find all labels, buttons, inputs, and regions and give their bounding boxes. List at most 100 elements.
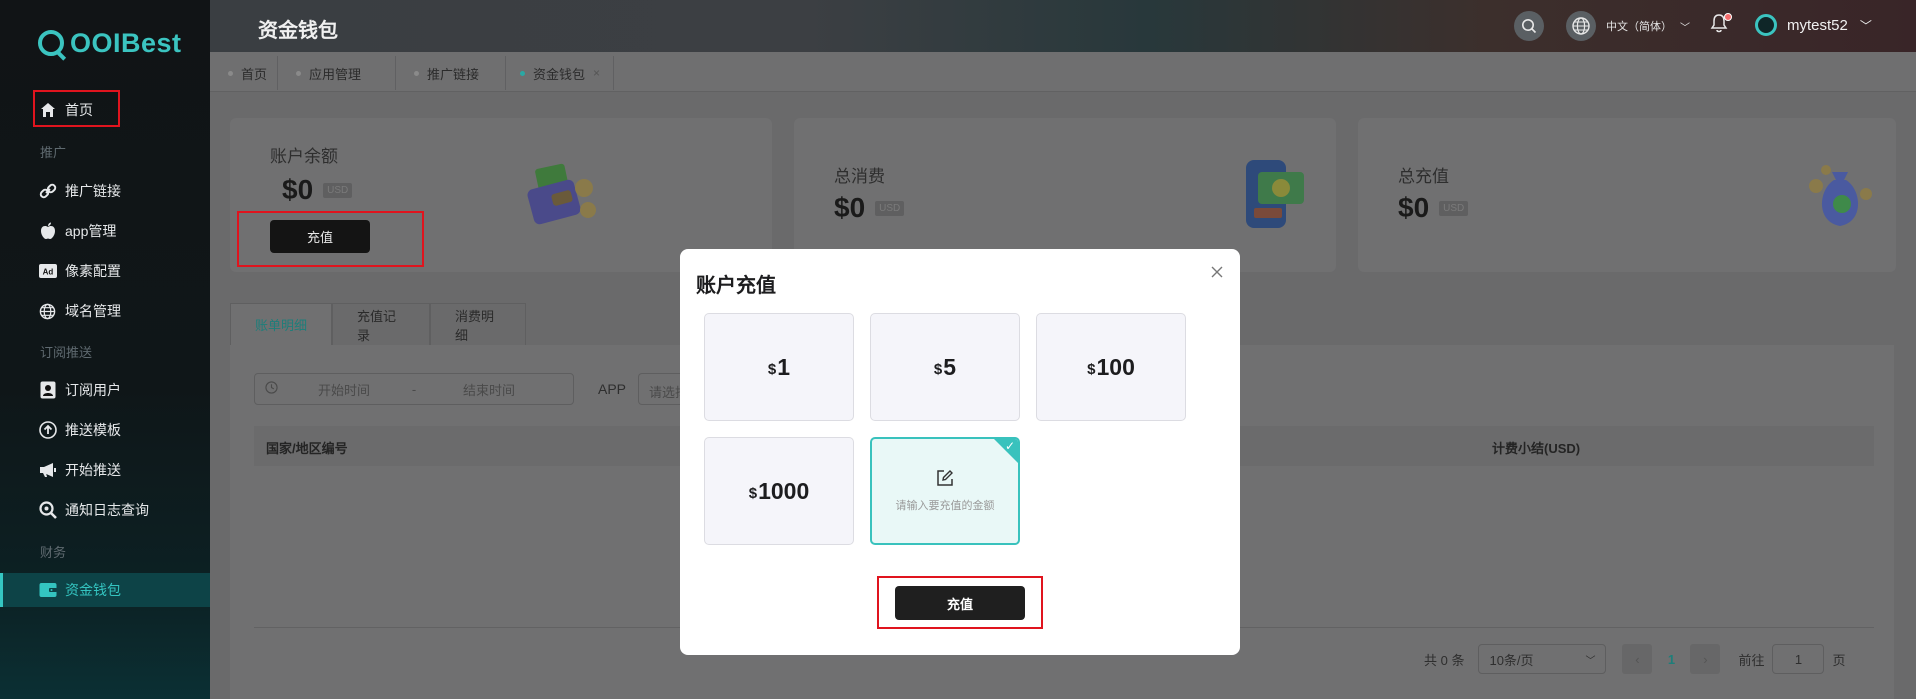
money-bag-illustration-icon — [1809, 165, 1872, 226]
total-recharge-card: 总充值 $0 USD — [1358, 118, 1896, 272]
currency-symbol: $ — [767, 361, 777, 378]
amount-option-5[interactable]: $ 5 — [870, 313, 1020, 421]
ad-icon: Ad — [38, 262, 57, 281]
search-icon — [38, 501, 57, 520]
chevron-right-icon: › — [1703, 651, 1708, 667]
next-page-button[interactable]: › — [1690, 644, 1721, 674]
goto-prefix: 前往 — [1738, 652, 1765, 668]
currency-symbol: $ — [933, 361, 943, 378]
user-card-icon — [38, 381, 57, 400]
sidebar-item-domain-manage[interactable]: 域名管理 — [38, 296, 121, 326]
tab-recharge-record[interactable]: 充值记录 — [332, 303, 430, 345]
page-size-select[interactable]: 10条/页 ﹀ — [1478, 644, 1607, 674]
chevron-left-icon: ‹ — [1635, 651, 1640, 667]
language-label: 中文（简体） — [1606, 21, 1672, 33]
sidebar-item-wallet[interactable]: 资金钱包 — [0, 573, 210, 607]
page-title: 资金钱包 — [258, 20, 338, 42]
search-icon — [1522, 19, 1537, 34]
sidebar-group-promote: 推广 — [40, 145, 67, 160]
search-button[interactable] — [1514, 11, 1544, 41]
sidebar-group-finance: 财务 — [40, 545, 67, 560]
sidebar-item-promo-link[interactable]: 推广链接 — [38, 176, 121, 206]
card-title: 总消费 — [834, 167, 885, 186]
tab-app-manage[interactable]: 应用管理 — [286, 56, 396, 90]
phone-money-illustration-icon — [1246, 160, 1304, 228]
sidebar-item-pixel-config[interactable]: Ad 像素配置 — [38, 256, 121, 286]
amount-option-1000[interactable]: $ 1000 — [704, 437, 854, 545]
tab-bill-detail[interactable]: 账单明细 — [230, 303, 332, 345]
close-icon[interactable] — [1207, 262, 1227, 282]
top-header: 资金钱包 中文（简体） ﹀ mytest52 ﹀ — [210, 0, 1916, 52]
sidebar-item-start-push[interactable]: 开始推送 — [38, 455, 121, 485]
tab-promo-link[interactable]: 推广链接 — [396, 56, 506, 90]
sidebar-item-subscribers[interactable]: 订阅用户 — [38, 375, 121, 405]
currency-badge: USD — [1439, 200, 1469, 216]
user-menu[interactable]: mytest52 ﹀ — [1755, 14, 1872, 36]
logo: OOIBest — [38, 26, 182, 60]
highlight-box-submit — [877, 576, 1043, 629]
notification-button[interactable] — [1710, 13, 1732, 35]
sidebar-group-subscribe: 订阅推送 — [40, 345, 93, 360]
clock-icon — [265, 381, 278, 397]
amount-value: 1000 — [758, 477, 810, 504]
goto-suffix: 页 — [1832, 652, 1846, 668]
highlight-box-home — [33, 90, 120, 127]
amount-value: $0 — [282, 174, 314, 205]
notification-badge — [1724, 13, 1732, 21]
sidebar-item-label: 域名管理 — [65, 303, 121, 319]
page-number-current[interactable]: 1 — [1656, 644, 1686, 674]
goto-page-input[interactable]: 1 — [1772, 644, 1825, 674]
tab-consumption-detail[interactable]: 消费明细 — [430, 303, 526, 345]
sidebar-item-label: 推广链接 — [65, 183, 121, 199]
page-size-value: 10条/页 — [1489, 652, 1534, 668]
total-count: 共 0 条 — [1424, 652, 1465, 668]
col-country: 国家/地区编号 — [266, 441, 348, 456]
chevron-down-icon: ﹀ — [1585, 655, 1596, 667]
tab-label: 应用管理 — [309, 66, 362, 82]
tab-dot — [296, 70, 301, 76]
language-switcher[interactable]: 中文（简体） ﹀ — [1566, 11, 1690, 41]
dialog-title: 账户充值 — [696, 275, 776, 297]
card-amount: $0 USD — [282, 174, 353, 206]
check-icon: ✓ — [1004, 439, 1015, 453]
amount-value: 100 — [1096, 353, 1135, 380]
start-date-input[interactable]: 开始时间 — [294, 380, 394, 399]
tab-label: 资金钱包 — [533, 66, 586, 82]
tab-dot — [414, 70, 419, 76]
sidebar-item-notify-log[interactable]: 通知日志查询 — [38, 495, 149, 525]
sidebar-item-push-template[interactable]: 推送模板 — [38, 415, 121, 445]
custom-amount-placeholder: 请输入要充值的金额 — [895, 500, 995, 512]
link-icon — [38, 182, 57, 201]
amount-option-100[interactable]: $ 100 — [1036, 313, 1186, 421]
sidebar-item-label: app管理 — [65, 223, 117, 239]
app-filter-label: APP — [598, 381, 627, 397]
col-subtotal: 计费小结(USD) — [1492, 441, 1581, 456]
tab-dot — [520, 70, 525, 76]
tab-wallet[interactable]: 资金钱包 × — [506, 56, 614, 90]
custom-amount-input[interactable]: ✓ 请输入要充值的金额 — [870, 437, 1020, 545]
edit-icon — [937, 470, 953, 486]
prev-page-button[interactable]: ‹ — [1622, 644, 1653, 674]
amount-value: 1 — [777, 353, 791, 380]
sub-tabs: 账单明细 充值记录 消费明细 — [230, 303, 526, 345]
apple-icon — [38, 222, 57, 241]
chevron-down-icon: ﹀ — [1859, 18, 1872, 33]
sidebar-item-label: 资金钱包 — [65, 582, 121, 598]
amount-value: $0 — [1398, 192, 1430, 223]
tab-home[interactable]: 首页 — [218, 56, 279, 90]
date-range-picker[interactable]: 开始时间 - 结束时间 — [254, 373, 574, 405]
svg-text:Ad: Ad — [42, 268, 53, 277]
close-icon[interactable]: × — [593, 66, 600, 80]
wallet-icon — [38, 581, 57, 600]
currency-badge: USD — [323, 182, 353, 198]
amount-value: 5 — [943, 353, 957, 380]
sidebar-item-app-manage[interactable]: app管理 — [38, 216, 116, 246]
amount-option-1[interactable]: $ 1 — [704, 313, 854, 421]
avatar — [1755, 14, 1777, 36]
card-amount: $0 USD — [834, 192, 905, 224]
end-date-input[interactable]: 结束时间 — [434, 380, 544, 399]
tab-label: 推广链接 — [427, 66, 480, 82]
tab-dot — [228, 70, 233, 76]
tabs-bar: 首页 应用管理 推广链接 资金钱包 × — [210, 52, 1916, 92]
highlight-box-recharge-card — [237, 211, 424, 267]
